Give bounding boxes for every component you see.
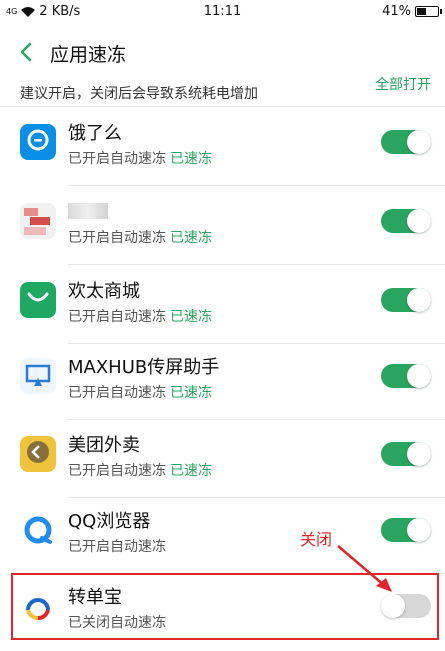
page-title: 应用速冻 — [50, 44, 127, 66]
row-divider — [68, 419, 445, 420]
app-name: 美团外卖 — [68, 435, 140, 456]
toggle-knob — [407, 518, 431, 542]
auto-freeze-toggle[interactable] — [381, 209, 431, 233]
auto-freeze-toggle[interactable] — [381, 130, 431, 154]
auto-freeze-toggle[interactable] — [381, 442, 431, 466]
freeze-status-text: 已开启自动速冻 — [68, 309, 166, 325]
app-name — [68, 203, 108, 219]
freeze-status: 已开启自动速冻 — [68, 536, 166, 556]
toggle-knob — [407, 288, 431, 312]
app-name: 饿了么 — [68, 123, 122, 144]
freeze-status-text: 已开启自动速冻 — [68, 151, 166, 167]
frozen-tag: 已速冻 — [170, 309, 212, 325]
meituan-icon — [20, 436, 56, 472]
back-arrow-icon[interactable] — [18, 42, 34, 62]
freeze-status-text: 已开启自动速冻 — [68, 230, 166, 246]
title-bar: 应用速冻 — [0, 28, 445, 80]
freeze-status: 已开启自动速冻 已速冻 — [68, 382, 212, 402]
status-bar: 4G 2 KB/s 11:11 41% — [0, 0, 445, 24]
eleme-icon — [20, 124, 56, 160]
hint-bar: 建议开启，关闭后会导致系统耗电增加 全部打开 — [0, 77, 445, 107]
battery-icon — [415, 6, 442, 17]
frozen-tag: 已速冻 — [170, 385, 212, 401]
blurred-app-icon — [20, 203, 56, 239]
screen-cast-icon — [20, 358, 56, 394]
freeze-status-text: 已开启自动速冻 — [68, 463, 166, 479]
toggle-knob — [407, 442, 431, 466]
annotation-highlight-box — [11, 573, 439, 640]
app-name: QQ浏览器 — [68, 511, 151, 532]
frozen-tag: 已速冻 — [170, 230, 212, 246]
auto-freeze-toggle[interactable] — [381, 364, 431, 388]
app-row: 饿了么已开启自动速冻 已速冻 — [0, 110, 445, 186]
hint-text: 建议开启，关闭后会导致系统耗电增加 — [20, 86, 258, 102]
annotation-label: 关闭 — [300, 530, 333, 549]
freeze-status-text: 已开启自动速冻 — [68, 539, 166, 555]
battery-percent: 41% — [382, 4, 411, 19]
app-name: MAXHUB传屏助手 — [68, 357, 220, 378]
freeze-status-text: 已开启自动速冻 — [68, 385, 166, 401]
app-row: 欢太商城已开启自动速冻 已速冻 — [0, 268, 445, 344]
freeze-status: 已开启自动速冻 已速冻 — [68, 227, 212, 247]
row-divider — [68, 185, 445, 186]
app-row: 已开启自动速冻 已速冻 — [0, 189, 445, 265]
qq-browser-icon — [20, 512, 56, 548]
freeze-status: 已开启自动速冻 已速冻 — [68, 306, 212, 326]
shop-bag-icon — [20, 282, 56, 318]
row-divider — [68, 264, 445, 265]
freeze-status: 已开启自动速冻 已速冻 — [68, 148, 212, 168]
toggle-knob — [407, 209, 431, 233]
auto-freeze-toggle[interactable] — [381, 288, 431, 312]
clock: 11:11 — [203, 4, 242, 19]
app-row: 美团外卖已开启自动速冻 已速冻 — [0, 422, 445, 498]
toggle-knob — [407, 130, 431, 154]
freeze-status: 已开启自动速冻 已速冻 — [68, 460, 212, 480]
auto-freeze-toggle[interactable] — [381, 518, 431, 542]
toggle-knob — [407, 364, 431, 388]
app-name: 欢太商城 — [68, 281, 140, 302]
enable-all-button[interactable]: 全部打开 — [375, 74, 431, 94]
app-row: MAXHUB传屏助手 已开启自动速冻 已速冻 — [0, 344, 445, 420]
frozen-tag: 已速冻 — [170, 151, 212, 167]
frozen-tag: 已速冻 — [170, 463, 212, 479]
